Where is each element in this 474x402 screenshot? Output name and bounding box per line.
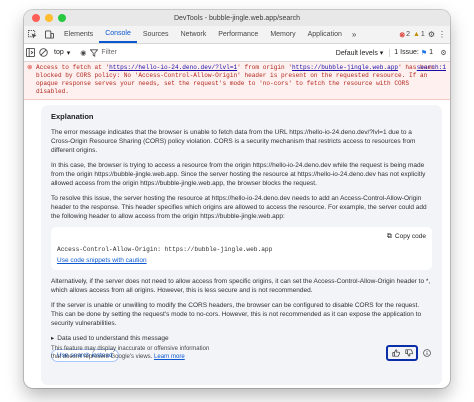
chevron-down-icon: ▾ (66, 49, 71, 57)
rating-controls (386, 345, 432, 361)
cors-error-message: ⊗ Access to fetch at 'https://hello-io-2… (24, 62, 450, 100)
tab-sources[interactable]: Sources (137, 26, 175, 43)
explanation-paragraph-5: If the server is unable or unwilling to … (51, 302, 422, 327)
log-levels-label: Default levels (335, 49, 378, 57)
context-label: top (54, 49, 64, 56)
info-circle-icon (422, 349, 431, 357)
triangle-right-icon: ▸ (51, 335, 55, 342)
tab-application[interactable]: Application (302, 26, 348, 43)
error-url-link[interactable]: https://hello-io-24.deno.dev/?lvl=1 (109, 64, 237, 71)
card-footer: This feature may display inaccurate or o… (51, 345, 432, 361)
thumbs-down-button[interactable] (403, 348, 414, 358)
error-count: 2 (406, 31, 410, 38)
copy-code-button[interactable]: ⧉ Copy code (57, 232, 426, 241)
learn-more-link[interactable]: Learn more (154, 354, 185, 360)
disclaimer-text: This feature may display inaccurate or o… (51, 345, 211, 361)
title-bar: DevTools - bubble-jingle.web.app/search (24, 10, 450, 26)
info-icon[interactable] (421, 348, 432, 358)
insight-panel: Explanation The error message indicates … (24, 100, 450, 388)
filter-icon (90, 48, 99, 57)
inspect-icon (28, 30, 37, 39)
issue-flag-icon: ⚑ (420, 49, 428, 57)
code-snippet: Access-Control-Allow-Origin: https://bub… (57, 246, 273, 253)
clear-console-button[interactable] (37, 48, 50, 57)
issues-button[interactable]: 1 Issue: ⚑ 1 (389, 48, 437, 57)
settings-gear-icon[interactable]: ⚙ (428, 30, 435, 39)
context-selector[interactable]: top ▾ (50, 49, 76, 57)
sidebar-toggle-button[interactable] (24, 48, 37, 57)
code-block: ⧉ Copy code Access-Control-Allow-Origin:… (51, 227, 432, 270)
copy-code-label: Copy code (394, 233, 426, 240)
console-toolbar: top ▾ ◉ Filter Default levels ▾ 1 Issue:… (24, 44, 450, 62)
clear-icon (39, 48, 48, 57)
tab-network[interactable]: Network (175, 26, 213, 43)
thumbs-down-icon (404, 349, 413, 357)
live-expression-eye-icon[interactable]: ◉ (76, 49, 90, 57)
warning-icon: ▲ (412, 31, 420, 38)
device-icon (45, 30, 54, 39)
error-origin-link[interactable]: https://bubble-jingle.web.app (292, 64, 398, 71)
data-used-label: Data used to understand this message (57, 335, 169, 342)
filter-input[interactable]: Filter (90, 48, 329, 57)
explanation-paragraph-4: Alternatively, if the server does not ne… (51, 278, 431, 294)
console-settings-gear-icon[interactable]: ⚙ (437, 49, 450, 57)
error-count-badge[interactable]: ⊗ 2 (399, 31, 410, 39)
tab-performance[interactable]: Performance (212, 26, 264, 43)
error-text-origin: ' from origin ' (237, 64, 292, 71)
chevron-down-icon: ▾ (379, 49, 384, 57)
devtools-window: DevTools - bubble-jingle.web.app/search … (24, 10, 450, 388)
error-text-has: ' has (398, 64, 417, 71)
data-used-disclosure[interactable]: ▸ Data used to understand this message (51, 334, 432, 343)
warning-count: 1 (420, 31, 425, 38)
disclaimer-body: This feature may display inaccurate or o… (51, 346, 210, 360)
feedback-buttons (386, 345, 418, 361)
explanation-paragraph-3: To resolve this issue, the server hostin… (51, 195, 427, 220)
issues-count: 1 (429, 49, 433, 56)
more-options-icon[interactable]: ⋮ (438, 30, 446, 39)
tab-memory[interactable]: Memory (264, 26, 301, 43)
tab-elements[interactable]: Elements (58, 26, 99, 43)
code-caution-link[interactable]: Use code snippets with caution (57, 257, 147, 264)
window-title: DevTools - bubble-jingle.web.app/search (173, 14, 301, 22)
device-toolbar-button[interactable] (41, 26, 58, 43)
warning-count-badge[interactable]: ▲ 1 (413, 31, 425, 38)
more-tabs-button[interactable]: » (348, 26, 360, 43)
error-text-start: Access to fetch at ' (36, 64, 110, 71)
explanation-paragraph-1: The error message indicates that the bro… (51, 129, 416, 154)
explanation-card: Explanation The error message indicates … (41, 105, 442, 385)
thumbs-up-icon (391, 349, 400, 357)
sidebar-icon (26, 48, 35, 57)
inspect-element-button[interactable] (24, 26, 41, 43)
devtools-tab-bar: Elements Console Sources Network Perform… (24, 26, 450, 44)
error-source-link[interactable]: search:1 (417, 64, 446, 72)
error-icon: ⊗ (399, 31, 406, 39)
explanation-heading: Explanation (51, 112, 94, 121)
log-levels-dropdown[interactable]: Default levels ▾ (330, 49, 390, 57)
filter-placeholder: Filter (101, 49, 117, 56)
tab-console[interactable]: Console (99, 26, 137, 43)
error-icon: ⊗ (27, 64, 33, 71)
thumbs-up-button[interactable] (390, 348, 401, 358)
issues-label: 1 Issue: (394, 49, 419, 56)
copy-icon: ⧉ (386, 233, 392, 240)
explanation-paragraph-2: In this case, the browser is trying to a… (51, 162, 426, 187)
